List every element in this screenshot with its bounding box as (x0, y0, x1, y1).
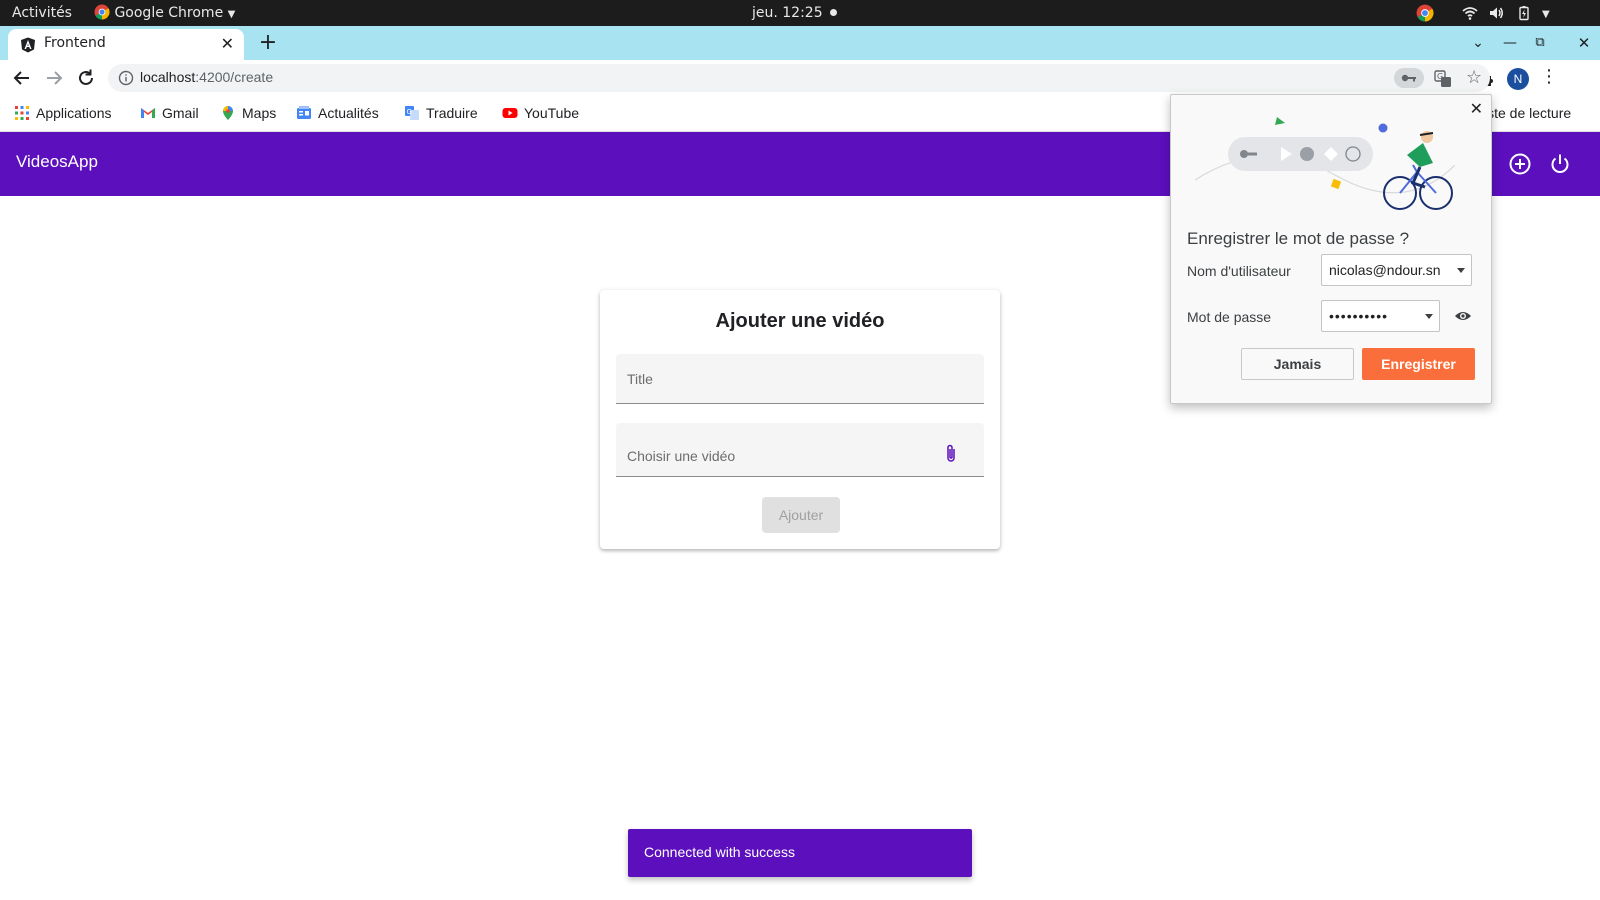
attach-file-icon[interactable] (944, 443, 958, 465)
apps-grid-icon (15, 106, 29, 120)
notification-dot-icon (830, 9, 838, 16)
power-icon[interactable] (1548, 152, 1572, 176)
reload-icon[interactable] (74, 66, 98, 90)
url-text: localhost:4200/create (140, 69, 273, 85)
dropdown-arrow-icon (1457, 268, 1465, 273)
restore-icon[interactable]: ⧉ (1528, 31, 1552, 55)
volume-icon[interactable] (1488, 5, 1504, 21)
popup-close-icon[interactable]: ✕ (1470, 99, 1483, 118)
tab-strip: Frontend ✕ + ⌄ — ⧉ ✕ (0, 26, 1600, 60)
forward-arrow-icon[interactable] (42, 66, 66, 90)
save-password-button[interactable]: Enregistrer (1362, 348, 1475, 380)
window-close-icon[interactable]: ✕ (1572, 31, 1596, 55)
news-icon (297, 106, 311, 119)
url-path: :4200/create (195, 69, 274, 85)
more-menu-icon[interactable]: ⋮ (1540, 66, 1558, 87)
save-password-popup: ✕ Enregistrer le mot de passe ? Nom d'ut… (1170, 94, 1492, 404)
bookmark-label: Traduire (426, 105, 478, 121)
bookmark-label: Actualités (318, 105, 379, 121)
translate-icon[interactable]: G (1434, 70, 1452, 88)
bookmark-label: YouTube (524, 105, 580, 121)
system-menu-chevron-icon[interactable]: ▼ (1542, 6, 1550, 24)
title-input[interactable]: Title (616, 354, 984, 404)
url-host: localhost (140, 69, 196, 85)
add-button[interactable]: Ajouter (762, 497, 840, 533)
popup-title: Enregistrer le mot de passe ? (1187, 229, 1410, 248)
password-label: Mot de passe (1187, 309, 1272, 325)
tab-title: Frontend (44, 35, 106, 51)
reading-list-label: iste de lecture (1484, 105, 1572, 121)
maps-pin-icon (223, 106, 233, 120)
bookmark-star-icon[interactable]: ☆ (1466, 67, 1482, 88)
snackbar: Connected with success (628, 829, 972, 877)
chrome-tray-icon[interactable] (1416, 4, 1434, 22)
os-top-bar: Activités Google Chrome ▼ jeu. 12:25 ▼ (0, 0, 1600, 26)
wifi-icon[interactable] (1462, 5, 1478, 21)
bookmark-maps[interactable]: Maps (220, 103, 276, 123)
translate-bookmark-icon: G (405, 106, 419, 120)
password-key-chip[interactable] (1394, 68, 1424, 88)
activities-button[interactable]: Activités (12, 4, 72, 22)
chrome-icon (94, 4, 110, 20)
dropdown-arrow-icon (1425, 314, 1433, 319)
bookmark-youtube[interactable]: YouTube (502, 103, 579, 123)
youtube-icon (502, 108, 518, 118)
username-label: Nom d'utilisateur (1187, 263, 1291, 279)
bookmark-label: Applications (36, 105, 112, 121)
angular-icon (21, 37, 35, 53)
address-bar[interactable]: localhost:4200/create (108, 64, 1490, 92)
add-circle-icon[interactable] (1508, 152, 1532, 176)
tab-frontend[interactable]: Frontend ✕ (8, 29, 244, 60)
back-arrow-icon[interactable] (10, 66, 34, 90)
username-value: nicolas@ndour.sn (1329, 262, 1441, 278)
snackbar-message: Connected with success (644, 844, 795, 860)
app-name-label: Google Chrome (114, 5, 224, 21)
bookmark-applications[interactable]: Applications (14, 103, 112, 123)
new-tab-icon[interactable]: + (256, 31, 280, 55)
gmail-icon (141, 108, 155, 118)
svg-text:G: G (1437, 72, 1443, 81)
video-file-input[interactable]: Choisir une vidéo (616, 423, 984, 477)
show-password-eye-icon[interactable] (1454, 309, 1472, 323)
video-placeholder: Choisir une vidéo (627, 448, 736, 464)
chevron-down-icon: ▼ (227, 9, 236, 20)
svg-text:G: G (407, 108, 412, 116)
bookmark-gmail[interactable]: Gmail (140, 103, 199, 123)
never-button[interactable]: Jamais (1241, 348, 1354, 380)
password-select[interactable]: •••••••••• (1321, 300, 1440, 332)
app-menu[interactable]: Google Chrome ▼ (94, 4, 235, 24)
app-brand[interactable]: VideosApp (16, 152, 98, 172)
bookmark-traduire[interactable]: G Traduire (404, 103, 478, 123)
bookmark-reading-list[interactable]: iste de lecture (1484, 103, 1571, 123)
card-title: Ajouter une vidéo (715, 310, 885, 332)
add-video-card: Ajouter une vidéo Title Choisir une vidé… (600, 290, 1000, 549)
title-placeholder: Title (627, 371, 653, 387)
password-illustration (1195, 117, 1455, 210)
clock[interactable]: jeu. 12:25 (752, 4, 838, 22)
info-icon[interactable] (118, 70, 134, 86)
minimize-icon[interactable]: — (1498, 31, 1522, 55)
username-select[interactable]: nicolas@ndour.sn (1321, 254, 1472, 286)
battery-icon[interactable] (1516, 5, 1532, 21)
profile-avatar[interactable]: N (1507, 68, 1529, 90)
key-icon (1401, 74, 1416, 82)
tab-search-chevron-icon[interactable]: ⌄ (1466, 31, 1490, 55)
bookmark-label: Gmail (162, 105, 199, 121)
clock-label: jeu. 12:25 (752, 5, 823, 21)
password-value: •••••••••• (1329, 308, 1389, 324)
bookmark-actualites[interactable]: Actualités (296, 103, 379, 123)
bookmark-label: Maps (242, 105, 277, 121)
tab-close-icon[interactable]: ✕ (221, 34, 234, 53)
